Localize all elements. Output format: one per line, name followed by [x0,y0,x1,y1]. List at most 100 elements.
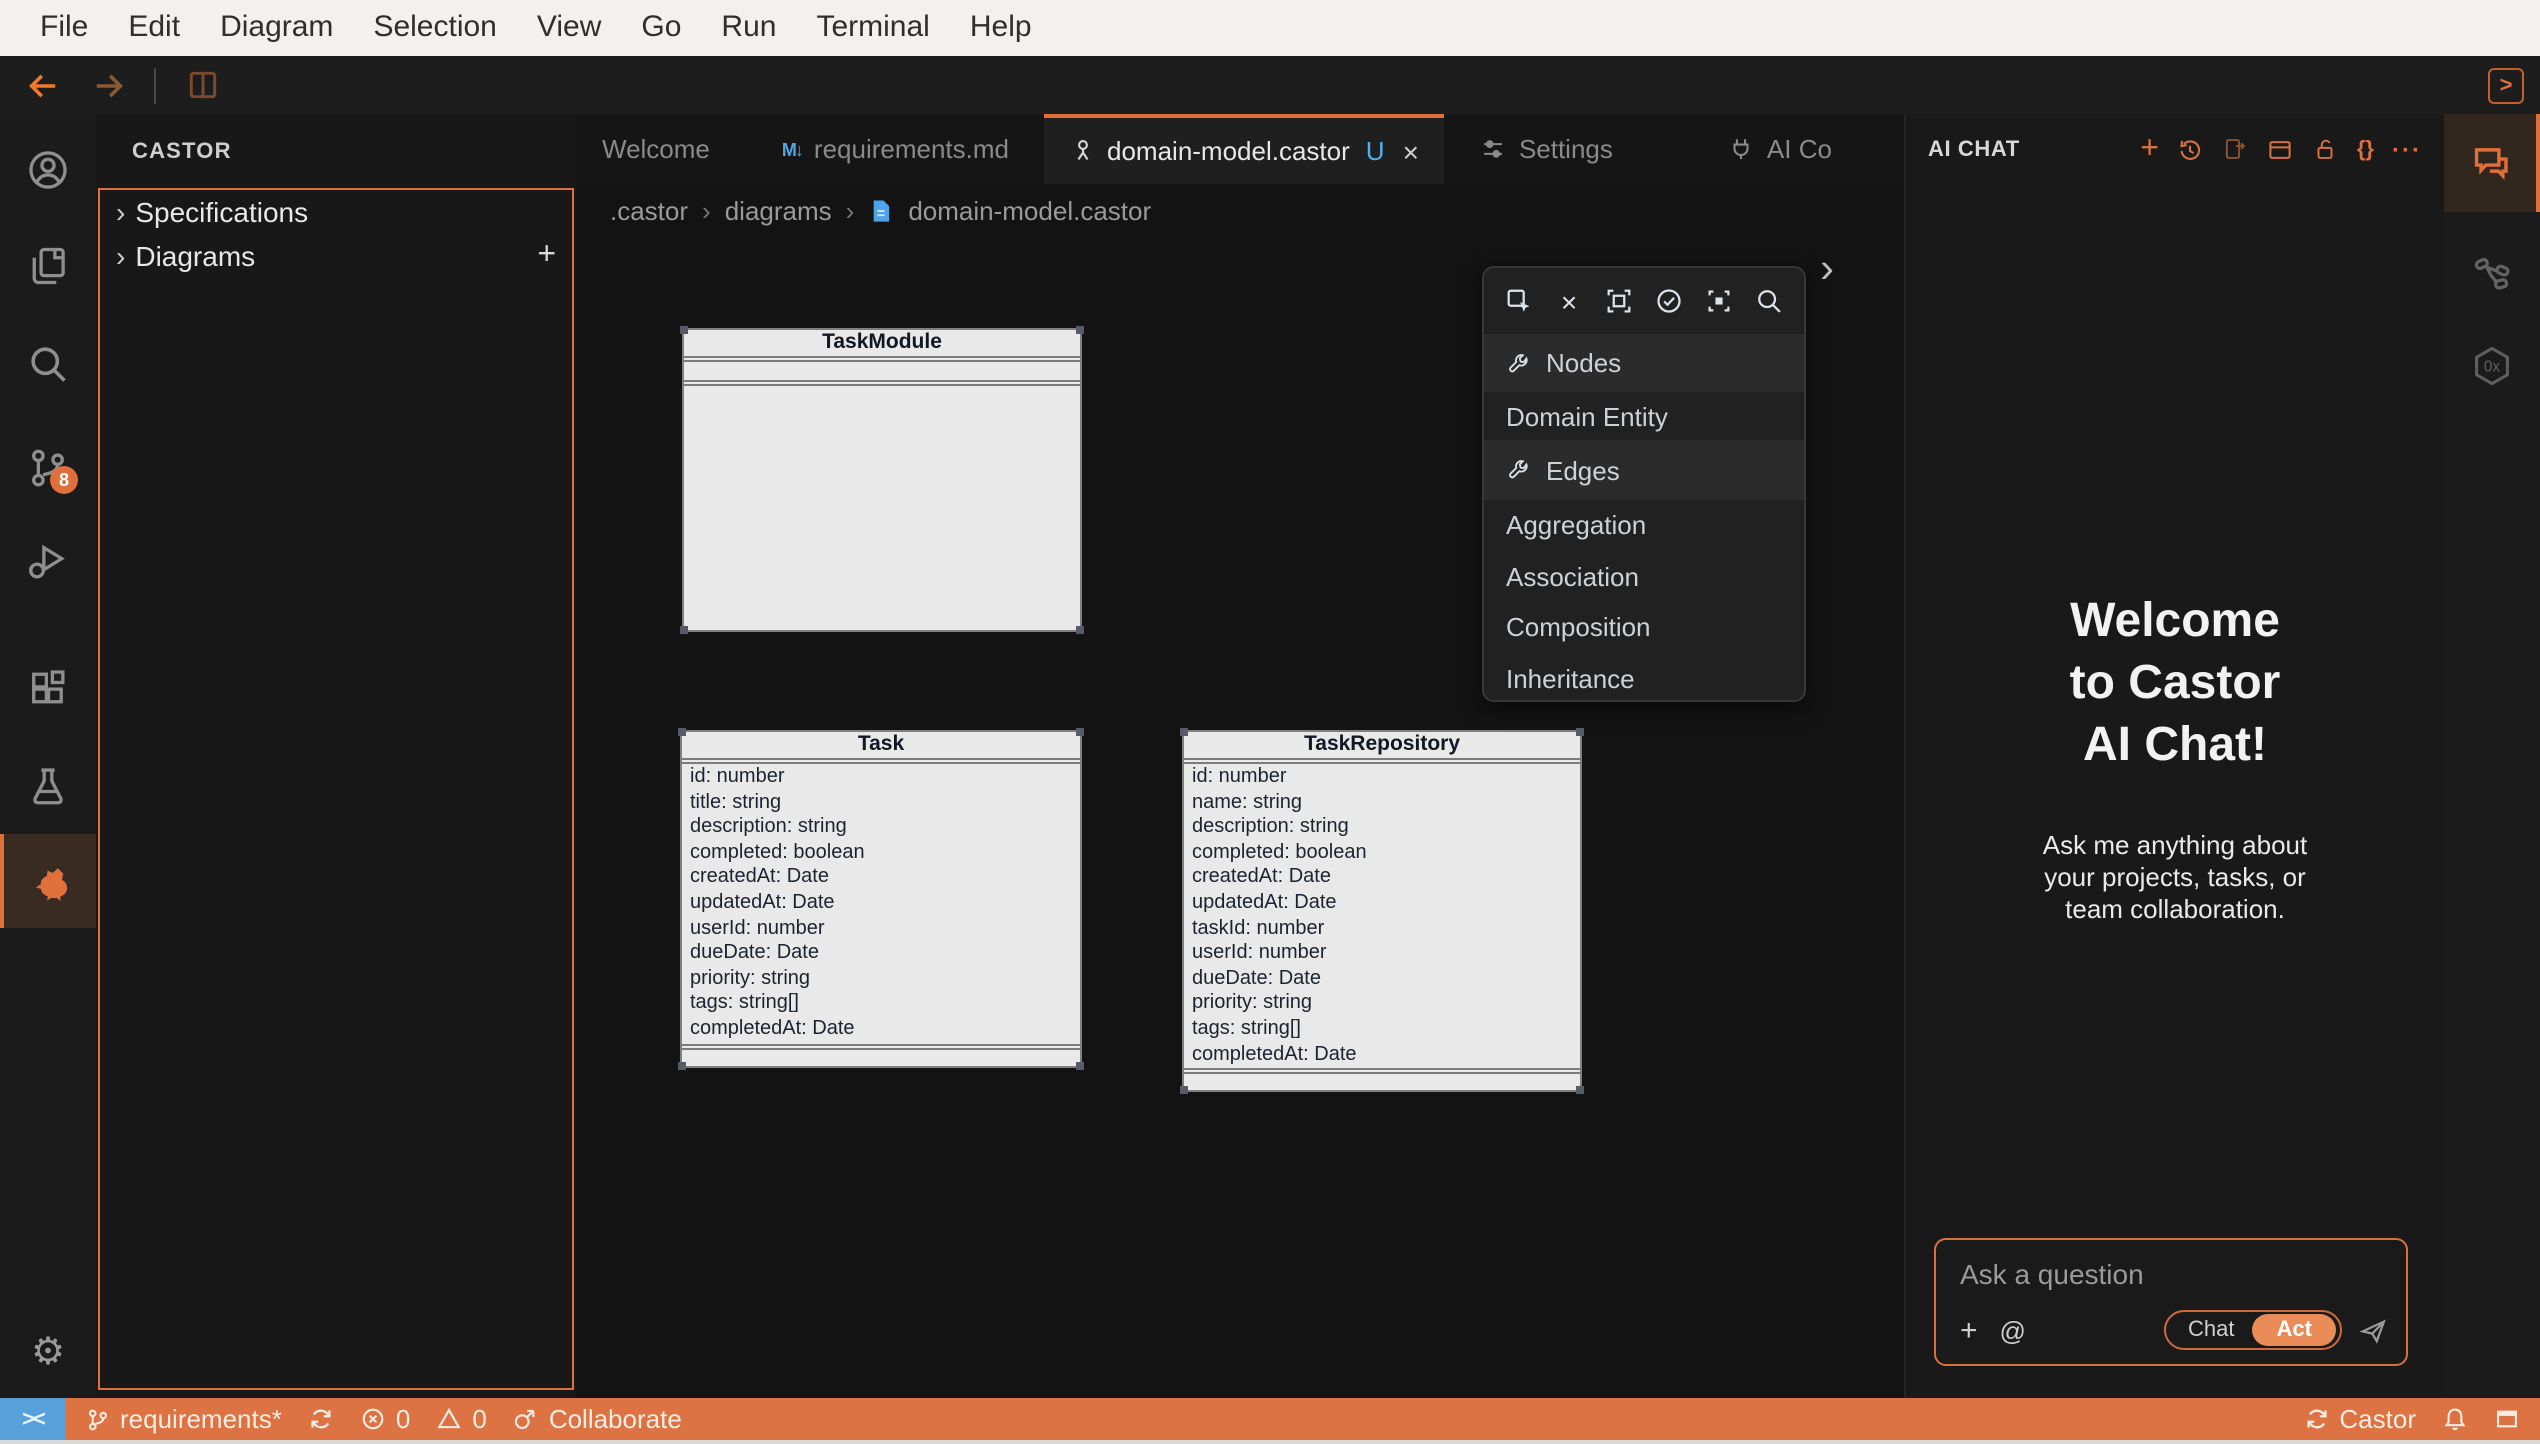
menu-go[interactable]: Go [621,0,701,56]
fit-frame-icon[interactable] [1604,286,1634,316]
layout-icon[interactable] [2267,135,2295,163]
entity-attributes: id: number name: string description: str… [1184,764,1580,1068]
menu-help[interactable]: Help [950,0,1052,56]
mode-chat[interactable]: Chat [2170,1318,2253,1342]
attribute: dueDate: Date [690,942,1072,967]
extensions-icon[interactable] [0,660,96,716]
sidebar-title: CASTOR [96,114,576,188]
chat-input-box[interactable]: Ask a question + @ Chat Act [1934,1238,2408,1366]
menu-view[interactable]: View [517,0,622,56]
palette-item-composition[interactable]: Composition [1484,602,1804,653]
palette-section-nodes[interactable]: Nodes [1484,334,1804,392]
more-actions-icon[interactable]: ··· [2392,135,2422,163]
attach-icon[interactable]: + [1960,1313,1978,1347]
errors-count: 0 [396,1404,410,1434]
source-control-icon[interactable] [0,440,96,496]
attribute: createdAt: Date [690,867,1072,892]
diagram-canvas[interactable]: TaskModule Task id: number title: string… [576,236,1904,1398]
account-icon[interactable] [0,142,96,198]
attribute: priority: string [1192,993,1572,1018]
mode-act[interactable]: Act [2253,1314,2336,1346]
castor-sync-status[interactable]: Castor [2303,1404,2416,1434]
entity-taskmodule[interactable]: TaskModule [682,328,1082,632]
ai-chat-bubbles-icon[interactable] [2444,114,2540,212]
remote-indicator[interactable]: >< [0,1398,66,1440]
search-icon[interactable] [0,336,96,392]
palette-item-domain-entity[interactable]: Domain Entity [1484,392,1804,440]
tab-welcome[interactable]: Welcome [576,114,736,184]
collapse-palette-icon[interactable]: › [1820,246,1834,294]
palette-item-association[interactable]: Association [1484,551,1804,602]
menu-run[interactable]: Run [701,0,796,56]
wrench-icon [1506,458,1530,482]
entity-footer [682,1043,1080,1066]
breadcrumb-segment[interactable]: domain-model.castor [908,195,1151,225]
menu-edit[interactable]: Edit [108,0,200,56]
validate-check-icon[interactable] [1654,286,1684,316]
mention-icon[interactable]: @ [2000,1315,2026,1345]
forward-arrow-icon[interactable] [88,65,128,105]
entity-footer [1184,1068,1580,1090]
collaborate-status[interactable]: Collaborate [513,1404,682,1434]
history-icon[interactable] [2177,135,2205,163]
send-icon[interactable] [2358,1315,2388,1345]
menu-selection[interactable]: Selection [353,0,516,56]
palette-item-aggregation[interactable]: Aggregation [1484,500,1804,551]
panel-toggle-icon[interactable] [2494,1406,2520,1432]
sync-status[interactable] [308,1406,334,1432]
tab-label: domain-model.castor [1107,136,1350,166]
breadcrumb-segment[interactable]: .castor [610,195,688,225]
warnings-status[interactable]: 0 [436,1404,486,1434]
menu-diagram[interactable]: Diagram [200,0,353,56]
castor-file-icon [1069,138,1095,164]
menu-terminal[interactable]: Terminal [796,0,949,56]
ai-chat-title: AI CHAT [1928,137,2020,161]
tab-domain-model[interactable]: domain-model.castor U × [1043,114,1445,184]
sidebar-item-specifications[interactable]: › Specifications [100,190,572,234]
tab-ai-co[interactable]: AI Co [1703,114,1858,184]
run-debug-icon[interactable] [0,532,96,588]
right-rail: 0x [2444,114,2540,1398]
split-editor-icon[interactable] [182,65,222,105]
export-chat-icon[interactable] [2223,136,2249,162]
attribute: userId: number [1192,942,1572,967]
entity-task[interactable]: Task id: number title: string descriptio… [680,730,1082,1068]
center-view-icon[interactable] [1704,286,1734,316]
add-diagram-button[interactable]: + [537,238,556,274]
castor-beaver-icon[interactable] [0,834,96,928]
menu-bar: File Edit Diagram Selection View Go Run … [0,0,2540,56]
palette-item-inheritance[interactable]: Inheritance [1484,653,1804,702]
explorer-icon[interactable] [0,238,96,294]
attribute: updatedAt: Date [690,892,1072,917]
welcome-subtext: Ask me anything about your projects, tas… [2017,830,2333,926]
branch-status[interactable]: requirements* [86,1404,282,1434]
palette-item-label: Inheritance [1506,664,1635,694]
welcome-heading-line: to Castor [1906,652,2444,714]
new-chat-icon[interactable]: + [2140,133,2159,165]
lock-open-icon[interactable] [2313,136,2339,162]
notifications-bell-icon[interactable] [2442,1406,2468,1432]
entity-taskrepository[interactable]: TaskRepository id: number name: string d… [1182,730,1582,1092]
settings-gear-icon[interactable]: ⚙ [0,1324,96,1380]
sidebar: CASTOR › Specifications › Diagrams + [96,114,576,1398]
close-icon[interactable]: × [1403,135,1419,167]
select-tool-icon[interactable] [1504,286,1534,316]
hex-0x-icon[interactable]: 0x [2444,340,2540,392]
sidebar-item-diagrams[interactable]: › Diagrams + [100,234,572,278]
molecule-icon[interactable] [2444,246,2540,298]
test-beaker-icon[interactable] [0,758,96,814]
tab-requirements[interactable]: M↓ requirements.md [756,114,1035,184]
tab-settings[interactable]: Settings [1455,114,1639,184]
attribute: priority: string [690,968,1072,993]
palette-section-edges[interactable]: Edges [1484,440,1804,500]
braces-icon[interactable]: {} [2357,137,2374,161]
menu-file[interactable]: File [20,0,108,56]
clear-tool-icon[interactable]: × [1554,286,1584,316]
back-arrow-icon[interactable] [24,65,64,105]
chat-mode-toggle[interactable]: Chat Act [2164,1310,2342,1350]
expand-panel-icon[interactable]: > [2488,67,2524,103]
tab-label: AI Co [1767,134,1832,164]
zoom-tool-icon[interactable] [1754,286,1784,316]
breadcrumb-segment[interactable]: diagrams [725,195,832,225]
errors-status[interactable]: 0 [360,1404,410,1434]
